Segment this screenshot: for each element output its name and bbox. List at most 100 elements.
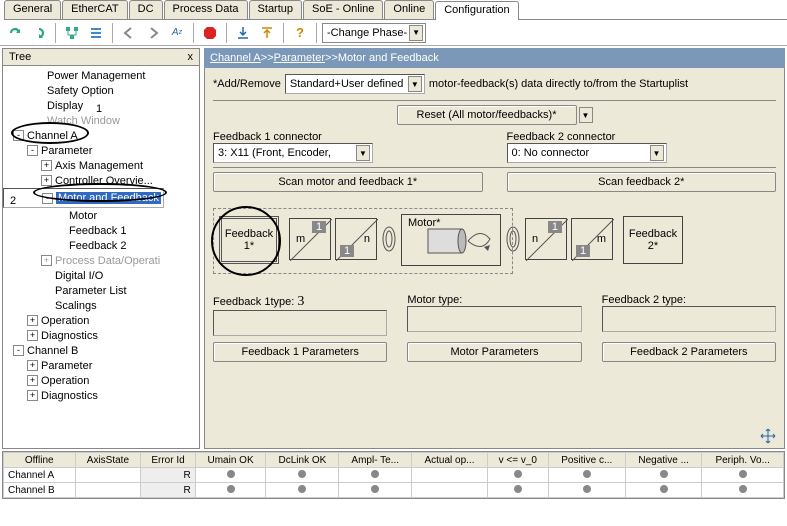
expand-icon[interactable]: + bbox=[27, 390, 38, 401]
fb1-params-button[interactable]: Feedback 1 Parameters bbox=[213, 342, 387, 362]
move-icon[interactable] bbox=[760, 428, 776, 444]
motor-params-label: Motor Parameters bbox=[450, 346, 538, 358]
tree-item[interactable]: +Controller Overvie... bbox=[3, 173, 199, 188]
tree-item[interactable]: +Diagnostics bbox=[3, 328, 199, 343]
ratio2-box[interactable]: n 1 bbox=[335, 218, 377, 260]
tree-item[interactable]: +Operation bbox=[3, 313, 199, 328]
back-icon[interactable] bbox=[118, 22, 140, 44]
tree-item[interactable]: +Operation bbox=[3, 373, 199, 388]
scan2-button[interactable]: Scan feedback 2* bbox=[507, 172, 777, 192]
fb1-conn-select[interactable]: 3: X11 (Front, Encoder, ▼ bbox=[213, 143, 373, 163]
tab-process-data[interactable]: Process Data bbox=[164, 0, 248, 19]
tree-item[interactable]: Feedback 1 bbox=[3, 223, 199, 238]
tree-label: Parameter List bbox=[55, 285, 127, 297]
status-col[interactable]: Ampl- Te... bbox=[339, 453, 412, 468]
scan1-label: Scan motor and feedback 1* bbox=[278, 176, 417, 188]
fb1-box-label: Feedback 1* bbox=[222, 228, 276, 252]
status-col[interactable]: Positive c... bbox=[548, 453, 625, 468]
status-col[interactable]: Umain OK bbox=[195, 453, 266, 468]
status-col[interactable]: v <= v_0 bbox=[487, 453, 548, 468]
tree-item[interactable]: Feedback 2 bbox=[3, 238, 199, 253]
tab-startup[interactable]: Startup bbox=[249, 0, 302, 19]
dropdown-icon[interactable]: ▼ bbox=[408, 76, 422, 92]
ratio3-box[interactable]: 1 n bbox=[525, 218, 567, 260]
expand-icon[interactable]: + bbox=[27, 360, 38, 371]
tab-ethercat[interactable]: EtherCAT bbox=[62, 0, 127, 19]
expand-icon[interactable]: - bbox=[13, 130, 24, 141]
tab-dc[interactable]: DC bbox=[129, 0, 163, 19]
bc-channel[interactable]: Channel A bbox=[210, 52, 261, 64]
forward-icon[interactable] bbox=[142, 22, 164, 44]
motor-params-button[interactable]: Motor Parameters bbox=[407, 342, 581, 362]
upload-icon[interactable] bbox=[256, 22, 278, 44]
phase-select[interactable]: -Change Phase- ▼ bbox=[322, 23, 426, 43]
bc-parameter[interactable]: Parameter bbox=[274, 52, 325, 64]
tab-configuration[interactable]: Configuration bbox=[435, 1, 518, 20]
expand-icon[interactable]: + bbox=[41, 160, 52, 171]
tree-item[interactable]: Safety Option bbox=[3, 83, 199, 98]
expand-icon[interactable]: + bbox=[41, 255, 52, 266]
tab-online[interactable]: Online bbox=[384, 0, 434, 19]
tree-item[interactable]: Display bbox=[3, 98, 199, 113]
fb2-conn-select[interactable]: 0: No connector ▼ bbox=[507, 143, 667, 163]
scan1-button[interactable]: Scan motor and feedback 1* bbox=[213, 172, 483, 192]
tree-label: Parameter bbox=[41, 145, 92, 157]
tree-item[interactable]: -Motor and Feedback bbox=[3, 188, 164, 208]
tree-item[interactable]: -Channel B bbox=[3, 343, 199, 358]
expand-icon[interactable]: + bbox=[27, 315, 38, 326]
tree-item[interactable]: +Diagnostics bbox=[3, 388, 199, 403]
tab-general[interactable]: General bbox=[4, 0, 61, 19]
sort-icon[interactable]: Az bbox=[166, 22, 188, 44]
tree-close-icon[interactable]: x bbox=[188, 51, 194, 63]
tree-item[interactable]: Digital I/O bbox=[3, 268, 199, 283]
expand-icon[interactable]: + bbox=[27, 330, 38, 341]
ratio-1c: 1 bbox=[548, 221, 562, 233]
tree-item[interactable]: Motor bbox=[3, 208, 199, 223]
status-col[interactable]: Actual op... bbox=[412, 453, 488, 468]
reset-button[interactable]: Reset (All motor/feedbacks)* bbox=[397, 105, 577, 125]
download-icon[interactable] bbox=[232, 22, 254, 44]
expand-icon[interactable]: + bbox=[41, 175, 52, 186]
dropdown-icon[interactable]: ▼ bbox=[409, 25, 423, 41]
expand-icon[interactable]: - bbox=[27, 145, 38, 156]
tree-label: Motor and Feedback bbox=[56, 192, 161, 204]
expand-icon[interactable]: - bbox=[42, 193, 53, 204]
fb2-box[interactable]: Feedback 2* bbox=[623, 216, 683, 264]
status-col[interactable]: Periph. Vo... bbox=[702, 453, 784, 468]
reset-dropdown-icon[interactable]: ▼ bbox=[579, 107, 593, 123]
refresh-all-icon[interactable] bbox=[28, 22, 50, 44]
dropdown-icon[interactable]: ▼ bbox=[356, 145, 370, 161]
dropdown-icon[interactable]: ▼ bbox=[650, 145, 664, 161]
tree-item[interactable]: Power Management bbox=[3, 68, 199, 83]
fb1-box[interactable]: Feedback 1* bbox=[219, 216, 279, 264]
tree-item[interactable]: +Parameter bbox=[3, 358, 199, 373]
status-col[interactable]: DcLink OK bbox=[266, 453, 339, 468]
tree-item[interactable]: -Channel A bbox=[3, 128, 199, 143]
ratio1-box[interactable]: 1 m bbox=[289, 218, 331, 260]
help-icon[interactable]: ? bbox=[289, 22, 311, 44]
ratio4-box[interactable]: m 1 bbox=[571, 218, 613, 260]
status-col[interactable]: Offline bbox=[4, 453, 76, 468]
top-tabs: GeneralEtherCATDCProcess DataStartupSoE … bbox=[4, 0, 787, 20]
expand-icon[interactable]: - bbox=[13, 345, 24, 356]
tree-item[interactable]: Watch Window bbox=[3, 113, 199, 128]
stop-icon[interactable] bbox=[199, 22, 221, 44]
motor-box[interactable]: Motor* bbox=[401, 214, 501, 266]
status-col[interactable]: Negative ... bbox=[625, 453, 702, 468]
tab-soe-online[interactable]: SoE - Online bbox=[303, 0, 383, 19]
tree-item[interactable]: Scalings bbox=[3, 298, 199, 313]
tree-icon[interactable] bbox=[61, 22, 83, 44]
fb2-params-button[interactable]: Feedback 2 Parameters bbox=[602, 342, 776, 362]
tree-label: Feedback 1 bbox=[69, 225, 126, 237]
status-col[interactable]: AxisState bbox=[75, 453, 141, 468]
status-col[interactable]: Error Id bbox=[141, 453, 195, 468]
list-icon[interactable] bbox=[85, 22, 107, 44]
addremove-select[interactable]: Standard+User defined ▼ bbox=[285, 74, 425, 94]
tree-item[interactable]: -Parameter bbox=[3, 143, 199, 158]
refresh-icon[interactable] bbox=[4, 22, 26, 44]
expand-icon[interactable]: + bbox=[27, 375, 38, 386]
ratio-m: m bbox=[296, 233, 305, 245]
tree-item[interactable]: +Axis Management bbox=[3, 158, 199, 173]
tree-item[interactable]: +Process Data/Operati bbox=[3, 253, 199, 268]
tree-item[interactable]: Parameter List bbox=[3, 283, 199, 298]
